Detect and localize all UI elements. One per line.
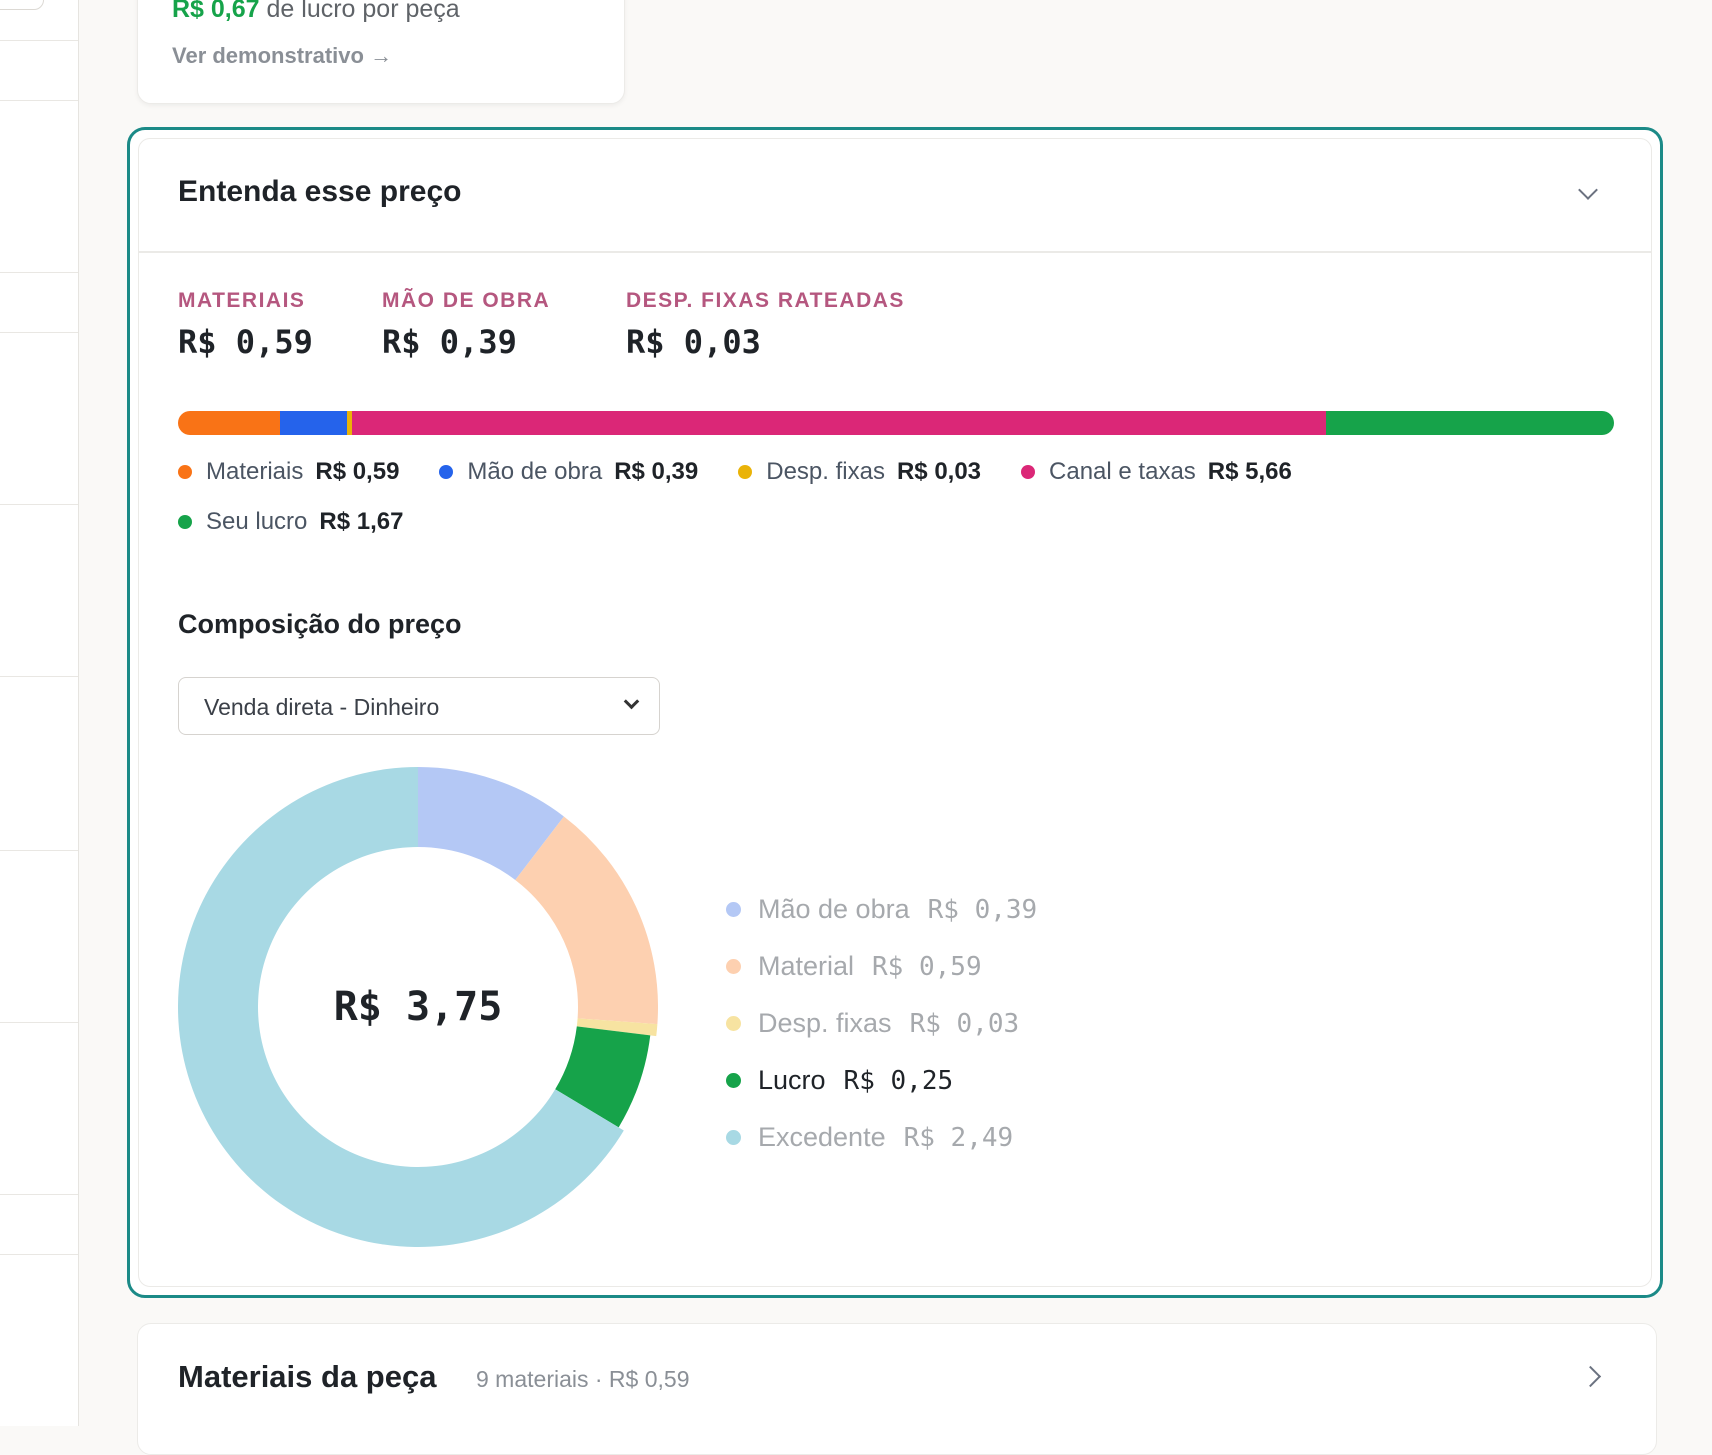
chevron-down-icon[interactable] [1578, 180, 1598, 200]
bar-segment-materiais [178, 411, 280, 435]
legend-row: Materiais R$ 0,59 Mão de obra R$ 0,39 De… [178, 457, 1618, 487]
price-explanation-panel: Entenda esse preço MATERIAIS R$ 0,59 MÃO… [127, 127, 1663, 1298]
legend-dot [726, 1073, 741, 1088]
donut-legend-item[interactable]: Material R$ 0,59 [726, 938, 1037, 995]
donut-legend-item[interactable]: Mão de obra R$ 0,39 [726, 881, 1037, 938]
bar-segment-mão-de-obra [279, 411, 347, 435]
legend-label: Canal e taxas [1049, 458, 1196, 485]
summary-labor: MÃO DE OBRA R$ 0,39 [382, 289, 550, 361]
composition-title: Composição do preço [178, 609, 462, 639]
donut-legend-item[interactable]: Lucro R$ 0,25 [726, 1052, 1037, 1109]
legend-item-seu-lucro: Seu lucro R$ 1,67 [178, 508, 403, 536]
chevron-down-icon [623, 693, 640, 710]
sidebar-divider [0, 676, 78, 677]
donut-legend-item[interactable]: Desp. fixas R$ 0,03 [726, 995, 1037, 1052]
legend-dot [726, 1016, 741, 1031]
legend-dot [1021, 465, 1036, 479]
sidebar-control[interactable] [0, 0, 44, 10]
sidebar-divider [0, 332, 78, 333]
donut-legend-value: R$ 0,59 [872, 951, 982, 982]
summary-label: MATERIAIS [178, 289, 306, 312]
legend-dot [726, 1130, 741, 1145]
profit-card: R$ 0,67 de lucro por peça Ver demonstrat… [137, 0, 625, 104]
legend-dot [178, 515, 192, 529]
legend-item-mao-de-obra: Mão de obra R$ 0,39 [439, 458, 698, 486]
profit-amount: R$ 0,67 [172, 0, 260, 23]
legend-amount: R$ 1,67 [319, 508, 404, 535]
profit-per-piece: R$ 0,67 de lucro por peça [172, 0, 460, 24]
legend-label: Desp. fixas [766, 458, 885, 485]
legend-dot [178, 465, 192, 479]
legend-label: Seu lucro [206, 508, 308, 535]
materials-title: Materiais da peça [178, 1359, 437, 1394]
legend-label: Materiais [206, 458, 304, 485]
legend-dot [439, 465, 454, 479]
view-statement-link[interactable]: Ver demonstrativo → [172, 43, 392, 69]
donut-legend-label: Excedente [758, 1122, 886, 1152]
donut-legend-value: R$ 0,25 [843, 1065, 954, 1096]
bar-segment-canal-e-taxas [351, 411, 1327, 435]
legend-dot [726, 902, 741, 917]
sidebar [0, 0, 79, 1426]
price-composition-donut [178, 767, 658, 1247]
legend-dot [738, 465, 753, 479]
breakdown-legend: Materiais R$ 0,59 Mão de obra R$ 0,39 De… [178, 457, 1618, 557]
sidebar-divider [0, 1194, 78, 1195]
summary-label: DESP. FIXAS RATEADAS [626, 289, 905, 312]
panel-body: Entenda esse preço MATERIAIS R$ 0,59 MÃO… [138, 138, 1652, 1287]
summary-value: R$ 0,59 [178, 323, 313, 361]
donut-legend-label: Material [758, 951, 855, 981]
summary-materials: MATERIAIS R$ 0,59 [178, 289, 313, 361]
donut-legend-value: R$ 2,49 [903, 1122, 1014, 1153]
sidebar-divider [0, 100, 78, 101]
donut-legend-value: R$ 0,03 [909, 1008, 1020, 1039]
summary-label: MÃO DE OBRA [382, 289, 551, 312]
sidebar-divider [0, 1022, 78, 1023]
legend-item-canal-e-taxas: Canal e taxas R$ 5,66 [1021, 458, 1292, 486]
donut-legend-label: Lucro [758, 1065, 826, 1095]
sidebar-divider [0, 504, 78, 505]
sidebar-divider [0, 272, 78, 273]
channel-select[interactable]: Venda direta - Dinheiro [178, 677, 660, 735]
chevron-right-icon[interactable] [1579, 1365, 1602, 1388]
channel-select-value: Venda direta - Dinheiro [204, 694, 440, 720]
price-breakdown-bar [178, 411, 1614, 435]
legend-row: Seu lucro R$ 1,67 [178, 507, 1618, 537]
legend-dot [726, 959, 741, 974]
summary-value: R$ 0,03 [626, 323, 761, 361]
panel-header[interactable]: Entenda esse preço [139, 139, 1651, 253]
legend-amount: R$ 0,39 [614, 458, 699, 485]
legend-amount: R$ 0,59 [315, 458, 400, 485]
panel-title: Entenda esse preço [178, 175, 462, 208]
sidebar-divider [0, 40, 78, 41]
legend-label: Mão de obra [467, 458, 603, 485]
legend-item-desp-fixas: Desp. fixas R$ 0,03 [738, 458, 981, 486]
legend-amount: R$ 0,03 [896, 458, 982, 485]
profit-suffix: de lucro por peça [266, 0, 460, 23]
summary-value: R$ 0,39 [382, 323, 517, 361]
legend-amount: R$ 5,66 [1207, 458, 1292, 485]
summary-fixed-expenses: DESP. FIXAS RATEADAS R$ 0,03 [626, 289, 905, 361]
donut-legend-label: Desp. fixas [758, 1008, 892, 1038]
materials-card[interactable]: Materiais da peça 9 materiais · R$ 0,59 [137, 1323, 1657, 1455]
donut-legend-item[interactable]: Excedente R$ 2,49 [726, 1109, 1037, 1166]
donut-legend-label: Mão de obra [758, 894, 910, 924]
sidebar-divider [0, 1254, 78, 1255]
bar-segment-seu-lucro [1326, 411, 1614, 435]
sidebar-divider [0, 850, 78, 851]
legend-item-materiais: Materiais R$ 0,59 [178, 458, 399, 486]
materials-meta: 9 materiais · R$ 0,59 [476, 1366, 690, 1392]
donut-legend-value: R$ 0,39 [927, 894, 1038, 925]
donut-legend: Mão de obra R$ 0,39 Material R$ 0,59 Des… [726, 881, 1037, 1166]
